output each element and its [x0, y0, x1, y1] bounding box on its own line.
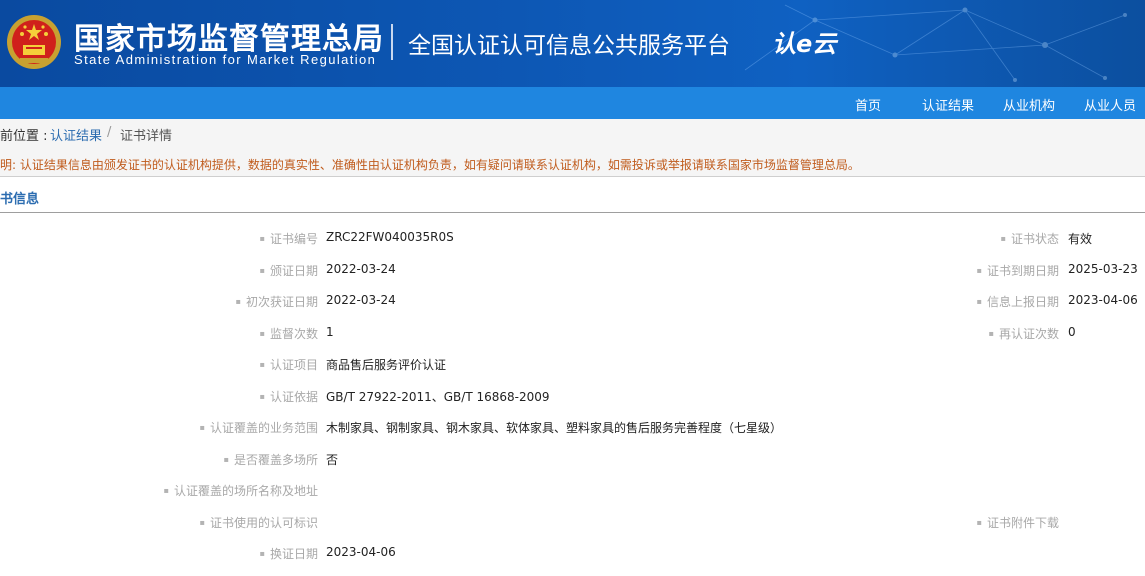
- value-cert-no: ZRC22FW040035R0S: [326, 230, 454, 244]
- nav-institutions[interactable]: 从业机构: [1003, 95, 1055, 114]
- label-cert-status: 证书状态: [1001, 230, 1059, 247]
- value-business-scope: 木制家具、钢制家具、钢木家具、软体家具、塑料家具的售后服务完善程度（七星级）: [326, 421, 783, 435]
- value-multi-site: 否: [326, 453, 339, 467]
- value-cert-project: 商品售后服务评价认证: [326, 358, 447, 372]
- label-cert-mark: 证书使用的认可标识: [200, 514, 318, 531]
- value-expiry-date: 2025-03-23: [1068, 262, 1138, 276]
- disclaimer-notice: 明: 认证结果信息由颁发证书的认证机构提供，数据的真实性、准确性由认证机构负责，…: [0, 147, 1145, 177]
- label-site-address: 认证覆盖的场所名称及地址: [164, 482, 318, 499]
- value-renew-date: 2023-04-06: [326, 545, 396, 559]
- label-attachment-download: 证书附件下载: [977, 514, 1059, 531]
- section-divider: [0, 212, 1145, 213]
- value-recert-count: 0: [1068, 325, 1076, 339]
- label-supervision-count: 监督次数: [260, 325, 318, 342]
- nav-personnel[interactable]: 从业人员: [1084, 95, 1136, 114]
- breadcrumb-prefix: 前位置 :: [0, 129, 48, 144]
- value-first-date: 2022-03-24: [326, 293, 396, 307]
- label-cert-no: 证书编号: [260, 230, 318, 247]
- breadcrumb-current: 证书详情: [120, 129, 173, 144]
- breadcrumb-link-cert-results[interactable]: 认证结果: [50, 125, 102, 144]
- platform-title: 全国认证认可信息公共服务平台: [408, 33, 730, 59]
- value-cert-status: 有效: [1068, 232, 1093, 246]
- nav-cert-results[interactable]: 认证结果: [922, 95, 974, 114]
- site-header: 国家市场监督管理总局 State Administration for Mark…: [0, 0, 1145, 87]
- disclaimer-text: 明: 认证结果信息由颁发证书的认证机构提供，数据的真实性、准确性由认证机构负责，…: [0, 158, 860, 172]
- label-report-date: 信息上报日期: [977, 293, 1059, 310]
- breadcrumb-separator: /: [107, 125, 112, 140]
- value-supervision-count: 1: [326, 325, 334, 339]
- label-expiry-date: 证书到期日期: [977, 262, 1059, 279]
- value-cert-basis: GB/T 27922-2011、GB/T 16868-2009: [326, 390, 550, 404]
- label-cert-basis: 认证依据: [260, 388, 318, 405]
- label-issue-date: 颁证日期: [260, 262, 318, 279]
- header-divider: [391, 24, 393, 60]
- label-renew-date: 换证日期: [260, 545, 318, 562]
- main-nav: 首页 认证结果 从业机构 从业人员: [0, 87, 1145, 119]
- label-first-date: 初次获证日期: [236, 293, 318, 310]
- org-name-en: State Administration for Market Regulati…: [74, 52, 377, 67]
- label-cert-project: 认证项目: [260, 356, 318, 373]
- national-emblem-icon: [7, 15, 61, 69]
- label-business-scope: 认证覆盖的业务范围: [200, 419, 318, 436]
- platform-logo: 认e云: [772, 24, 836, 59]
- label-recert-count: 再认证次数: [989, 325, 1059, 342]
- breadcrumb: 前位置 : 认证结果 / 证书详情: [0, 119, 1145, 147]
- value-issue-date: 2022-03-24: [326, 262, 396, 276]
- label-multi-site: 是否覆盖多场所: [224, 451, 318, 468]
- nav-home[interactable]: 首页: [855, 95, 881, 114]
- value-report-date: 2023-04-06: [1068, 293, 1138, 307]
- platform-logo-text: 认e云: [772, 30, 837, 58]
- section-title: 书信息: [0, 192, 40, 207]
